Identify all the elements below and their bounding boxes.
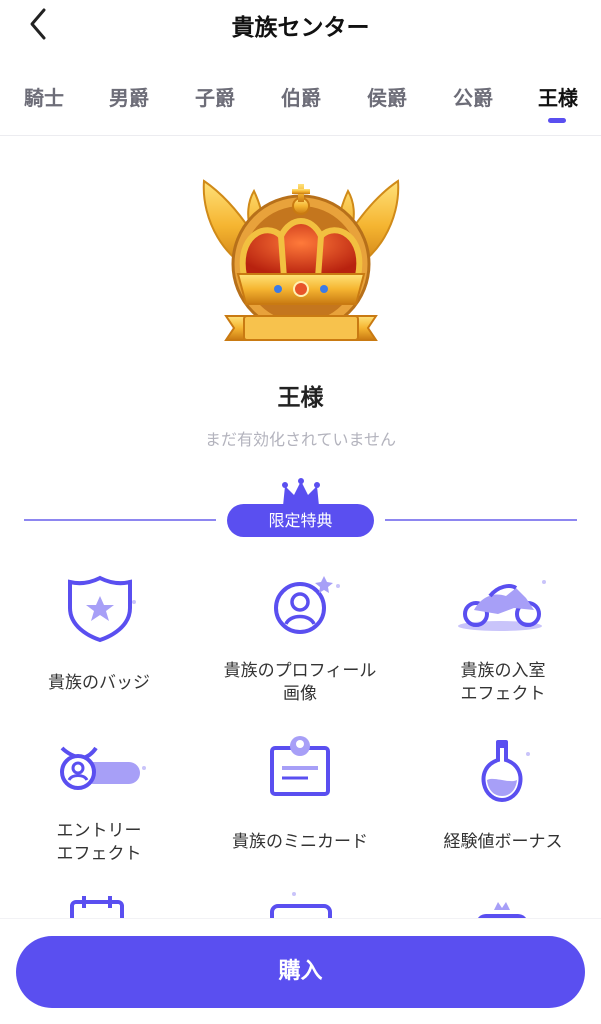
page-title: 貴族センター (231, 15, 370, 41)
badge-icon[interactable] (52, 574, 148, 644)
tab-baron[interactable]: 男爵 (99, 82, 159, 111)
benefit-label-profile-image: 貴族のプロフィール 画像 (223, 661, 377, 704)
tab-knight[interactable]: 騎士 (14, 82, 74, 111)
benefit-label-entry-room-effect: 貴族の入室 エフェクト (460, 661, 546, 704)
winged-entry-icon[interactable] (52, 740, 148, 810)
activation-status: まだ有効化されていません (204, 430, 397, 449)
benefit-label-badge: 貴族のバッジ (48, 673, 150, 693)
tab-duke[interactable]: 公爵 (443, 82, 503, 111)
section-divider-left (24, 519, 216, 521)
king-crown-emblem (196, 176, 406, 356)
active-tab-indicator (548, 118, 566, 123)
benefit-label-exp-bonus: 経験値ボーナス (443, 832, 563, 852)
purchase-button[interactable]: 購入 (16, 936, 585, 1008)
header: 貴族センター (0, 0, 601, 48)
potion-icon[interactable] (454, 736, 550, 806)
rank-tabs: 騎士 男爵 子爵 伯爵 侯爵 公爵 王様 (0, 76, 601, 136)
motorcycle-icon[interactable] (454, 574, 550, 644)
rank-name: 王様 (277, 385, 324, 411)
section-divider-right (385, 519, 577, 521)
benefit-label-entry-effect: エントリー エフェクト (56, 821, 142, 864)
tab-marquis[interactable]: 侯爵 (357, 82, 417, 111)
mini-card-icon[interactable] (254, 732, 350, 802)
benefit-label-mini-card: 貴族のミニカード (232, 832, 368, 852)
tab-viscount[interactable]: 子爵 (185, 82, 245, 111)
bottom-bar: 購入 (0, 918, 601, 1024)
section-title-pill: 限定特典 (227, 504, 374, 537)
tab-king[interactable]: 王様 (528, 82, 588, 111)
profile-avatar-icon[interactable] (254, 572, 350, 642)
tab-earl[interactable]: 伯爵 (271, 82, 331, 111)
